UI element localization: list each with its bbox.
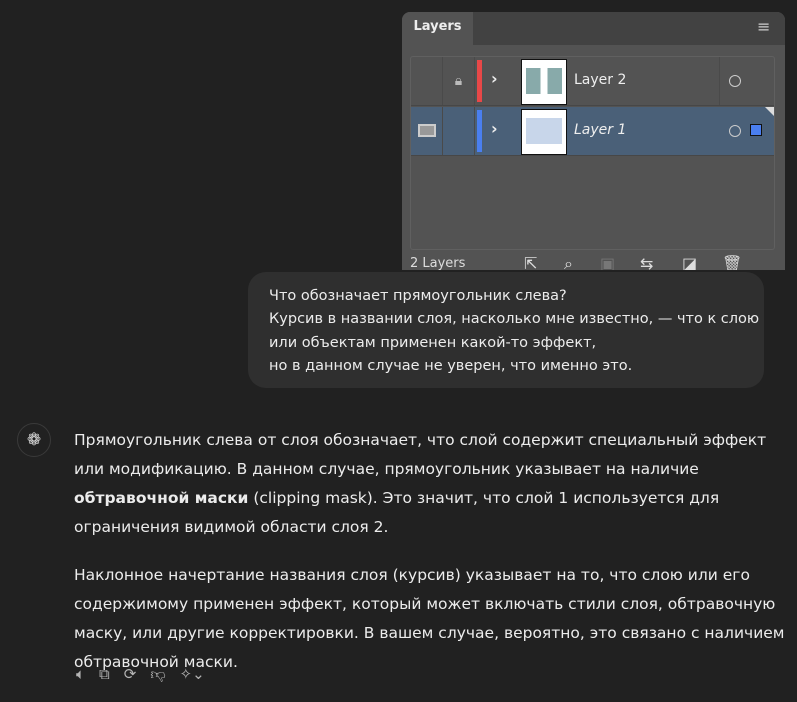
regenerate-icon[interactable]: ⟳ (124, 665, 137, 684)
bold-text: обтравочной маски (74, 489, 249, 507)
message-line: или объектам применен какой-то эффект, (269, 334, 597, 351)
panel-header: Layers ≡ (402, 12, 785, 45)
layer-color-bar (477, 60, 482, 102)
lock-cell[interactable] (443, 107, 475, 155)
layer-thumbnail (521, 109, 567, 155)
layers-list: 🔒︎ › Layer 2 › Layer 1 (410, 56, 775, 250)
text: Прямоугольник слева от слоя обозначает, … (74, 431, 767, 478)
new-layer-icon[interactable]: ◪ (682, 254, 697, 270)
speaker-icon[interactable]: 🔈︎ (76, 665, 85, 684)
message-line: Курсив в названии слоя, насколько мне из… (269, 311, 760, 328)
search-icon[interactable]: ⌕ (564, 254, 573, 270)
preview-rect-icon[interactable] (418, 124, 436, 137)
message-line: Что обозначает прямоугольник слева? (269, 288, 567, 304)
layers-panel-screenshot: Layers ≡ 🔒︎ › Layer 2 › Layer 1 2 Layers… (402, 12, 785, 270)
panel-menu-icon[interactable]: ≡ (757, 19, 773, 35)
selection-square-icon[interactable] (750, 124, 762, 136)
layer-name[interactable]: Layer 2 (574, 72, 626, 88)
layer-color-bar (477, 110, 482, 152)
corner-indicator (765, 107, 774, 116)
layer-thumbnail (521, 59, 567, 105)
copy-icon[interactable]: ⧉ (99, 665, 110, 684)
assistant-logo-icon: ❁ (17, 423, 51, 457)
sparkle-icon[interactable]: ✧⌄ (180, 665, 205, 684)
thumbs-down-icon[interactable]: 👎︎ (150, 665, 165, 684)
paragraph: Наклонное начертание названия слоя (курс… (74, 566, 785, 671)
layer-count: 2 Layers (410, 256, 466, 270)
chevron-right-icon[interactable]: › (491, 69, 498, 88)
visibility-cell[interactable] (411, 107, 443, 155)
paragraph: Прямоугольник слева от слоя обозначает, … (74, 426, 786, 542)
chevron-right-icon[interactable]: › (491, 119, 498, 138)
message-actions: 🔈︎ ⧉ ⟳ 👎︎ ✧⌄ (76, 665, 205, 684)
tab-layers[interactable]: Layers (402, 12, 473, 45)
layer-name[interactable]: Layer 1 (574, 122, 626, 138)
target-circle-icon[interactable] (729, 75, 741, 87)
visibility-cell[interactable] (411, 57, 443, 105)
divider (718, 57, 720, 105)
layer-row[interactable]: 🔒︎ › Layer 2 (411, 57, 774, 106)
target-circle-icon[interactable] (729, 125, 741, 137)
assistant-message: Прямоугольник слева от слоя обозначает, … (74, 426, 786, 696)
clip-icon[interactable]: ▣ (600, 254, 615, 270)
layer-row[interactable]: › Layer 1 (411, 107, 774, 156)
export-icon[interactable]: ⇱ (524, 254, 537, 270)
user-message: Что обозначает прямоугольник слева? Курс… (248, 272, 764, 388)
message-line: но в данном случае не уверен, что именно… (269, 357, 633, 374)
lock-icon[interactable]: 🔒︎ (443, 57, 475, 105)
trash-icon[interactable]: 🗑︎ (722, 254, 742, 270)
move-to-layer-icon[interactable]: ⇆ (640, 254, 653, 270)
